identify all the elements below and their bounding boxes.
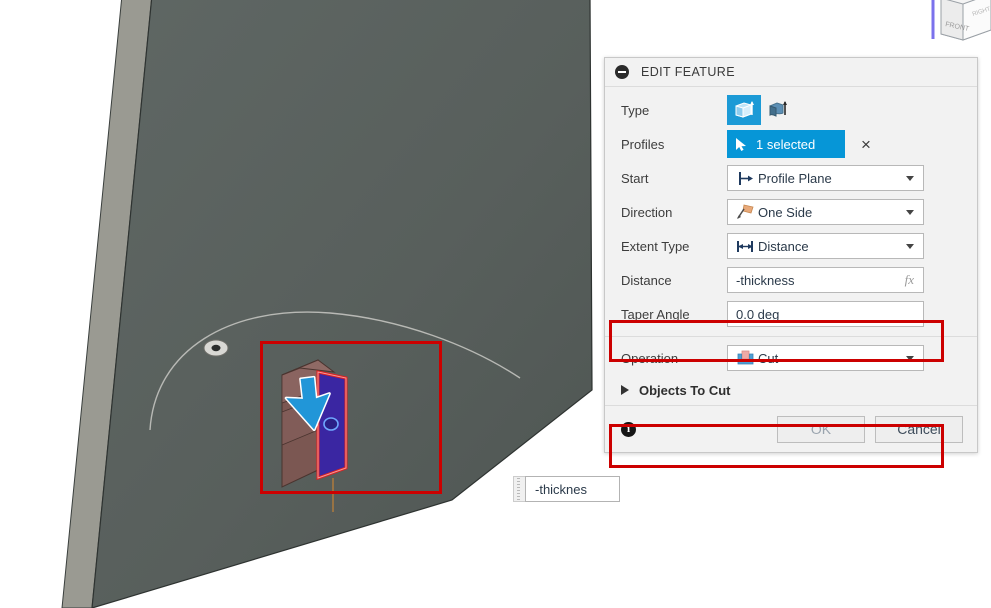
dialog-title: EDIT FEATURE bbox=[641, 65, 735, 79]
direction-dropdown[interactable]: One Side bbox=[727, 199, 924, 225]
canvas-dimension-input[interactable]: -thicknes bbox=[525, 476, 620, 502]
view-cube[interactable]: FRONT RIGHT bbox=[919, 0, 991, 46]
distance-measure-icon bbox=[734, 239, 756, 254]
row-start: Start Profile Plane bbox=[605, 161, 977, 195]
direction-value: One Side bbox=[758, 204, 813, 220]
start-value: Profile Plane bbox=[758, 170, 832, 186]
triangle-right-icon[interactable] bbox=[621, 385, 629, 395]
dialog-header[interactable]: EDIT FEATURE bbox=[605, 58, 977, 87]
row-profiles: Profiles 1 selected × bbox=[605, 127, 977, 161]
operation-value: Cut bbox=[758, 350, 779, 366]
extrude-profile-icon-button[interactable] bbox=[727, 95, 761, 125]
chevron-down-icon[interactable] bbox=[906, 243, 914, 249]
dialog-body: Type Profiles 1 selected × Start Profile… bbox=[605, 87, 977, 405]
row-type: Type bbox=[605, 93, 977, 127]
chevron-down-icon[interactable] bbox=[906, 209, 914, 215]
label-taper-angle: Taper Angle bbox=[621, 306, 690, 322]
cancel-button[interactable]: Cancel bbox=[875, 415, 963, 443]
label-operation: Operation bbox=[621, 350, 679, 366]
clear-selection-icon[interactable]: × bbox=[861, 136, 871, 153]
one-side-arrow-icon bbox=[734, 204, 756, 220]
edit-feature-dialog[interactable]: EDIT FEATURE Type Profiles 1 selected × … bbox=[604, 57, 978, 453]
extrude-thin-surface-icon-button[interactable] bbox=[761, 95, 795, 125]
viewcube-front-face bbox=[940, 0, 964, 41]
chevron-down-icon[interactable] bbox=[906, 355, 914, 361]
label-direction: Direction bbox=[621, 204, 673, 220]
row-operation: Operation Cut bbox=[605, 341, 977, 375]
ok-button[interactable]: OK bbox=[777, 415, 865, 443]
label-type: Type bbox=[621, 102, 650, 118]
profiles-selected-count: 1 selected bbox=[756, 136, 816, 152]
label-start: Start bbox=[621, 170, 649, 186]
label-distance: Distance bbox=[621, 272, 672, 288]
collapse-minus-icon[interactable] bbox=[615, 65, 629, 79]
taper-angle-value: 0.0 deg bbox=[736, 306, 780, 322]
extent-type-value: Distance bbox=[758, 238, 809, 254]
distance-input[interactable]: -thickness fx bbox=[727, 267, 924, 293]
dialog-footer: i OK Cancel bbox=[605, 405, 977, 452]
extrude-thin-surface-icon bbox=[769, 101, 787, 117]
section-divider bbox=[605, 336, 977, 337]
objects-to-cut-section[interactable]: Objects To Cut bbox=[605, 375, 977, 405]
fx-expression-icon[interactable]: fx bbox=[905, 272, 917, 288]
row-direction: Direction One Side bbox=[605, 195, 977, 229]
profiles-select-button[interactable]: 1 selected bbox=[727, 130, 845, 158]
extrude-profile-icon bbox=[735, 101, 754, 118]
start-dropdown[interactable]: Profile Plane bbox=[727, 165, 924, 191]
objects-to-cut-label: Objects To Cut bbox=[639, 382, 731, 398]
extent-type-dropdown[interactable]: Distance bbox=[727, 233, 924, 259]
hole-feature bbox=[203, 339, 229, 357]
info-circle-icon[interactable]: i bbox=[621, 421, 636, 437]
viewcube-right-face bbox=[962, 0, 991, 41]
distance-value: -thickness bbox=[736, 272, 795, 288]
cut-operation-icon bbox=[734, 350, 756, 366]
profile-plane-icon bbox=[734, 171, 756, 186]
cad-application-window: FRONT RIGHT -thicknes EDIT FEATURE Type bbox=[0, 0, 991, 608]
cursor-arrow-icon bbox=[735, 137, 748, 152]
chevron-down-icon[interactable] bbox=[906, 175, 914, 181]
operation-dropdown[interactable]: Cut bbox=[727, 345, 924, 371]
drag-grip-icon[interactable] bbox=[513, 476, 525, 502]
label-profiles: Profiles bbox=[621, 136, 665, 152]
row-distance: Distance -thickness fx bbox=[605, 263, 977, 297]
taper-angle-input[interactable]: 0.0 deg bbox=[727, 301, 924, 327]
canvas-dimension-input-group[interactable]: -thicknes bbox=[513, 476, 620, 502]
row-taper-angle: Taper Angle 0.0 deg bbox=[605, 297, 977, 331]
row-extent-type: Extent Type Distance bbox=[605, 229, 977, 263]
label-extent-type: Extent Type bbox=[621, 238, 690, 254]
part-front-face bbox=[91, 0, 593, 608]
